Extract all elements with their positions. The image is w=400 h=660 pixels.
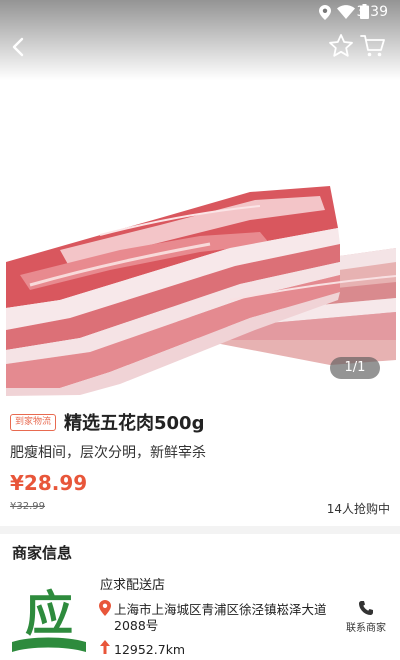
store-logo-image: 应 (8, 572, 90, 660)
location-icon (319, 5, 331, 20)
product-price: ¥28.99 (10, 471, 88, 495)
seller-heading: 商家信息 (12, 544, 73, 562)
status-bar: 3:39 (0, 0, 400, 26)
contact-seller-label: 联系商家 (346, 623, 386, 634)
product-title: 精选五花肉500g (64, 413, 205, 434)
back-arrow-icon[interactable] (6, 34, 32, 60)
store-name: 应求配送店 (100, 578, 166, 593)
store-distance: 12952.7km (114, 642, 186, 657)
section-divider (0, 526, 400, 534)
cart-icon[interactable] (360, 33, 386, 59)
original-price: ¥32.99 (10, 501, 45, 512)
image-page-counter: 1/1 (330, 357, 380, 379)
wifi-icon (337, 5, 355, 19)
star-icon[interactable] (328, 33, 354, 59)
location-pin-icon (99, 600, 111, 616)
contact-seller-button[interactable]: 联系商家 (340, 600, 392, 640)
distance-arrow-icon (100, 640, 110, 654)
store-logo-char: 应 (25, 586, 73, 642)
product-subtitle: 肥瘦相间，层次分明，新鲜宰杀 (10, 445, 206, 461)
store-address: 上海市上海城区青浦区徐泾镇崧泽大道2088号 (114, 602, 327, 633)
phone-icon (359, 601, 373, 615)
delivery-tag: 到家物流 (10, 414, 57, 431)
buyers-count: 14人抢购中 (326, 502, 390, 516)
product-image[interactable]: 3:39 1/1 (0, 0, 400, 400)
store-logo[interactable]: 应 (8, 572, 90, 660)
status-time: 3:39 (356, 4, 388, 20)
